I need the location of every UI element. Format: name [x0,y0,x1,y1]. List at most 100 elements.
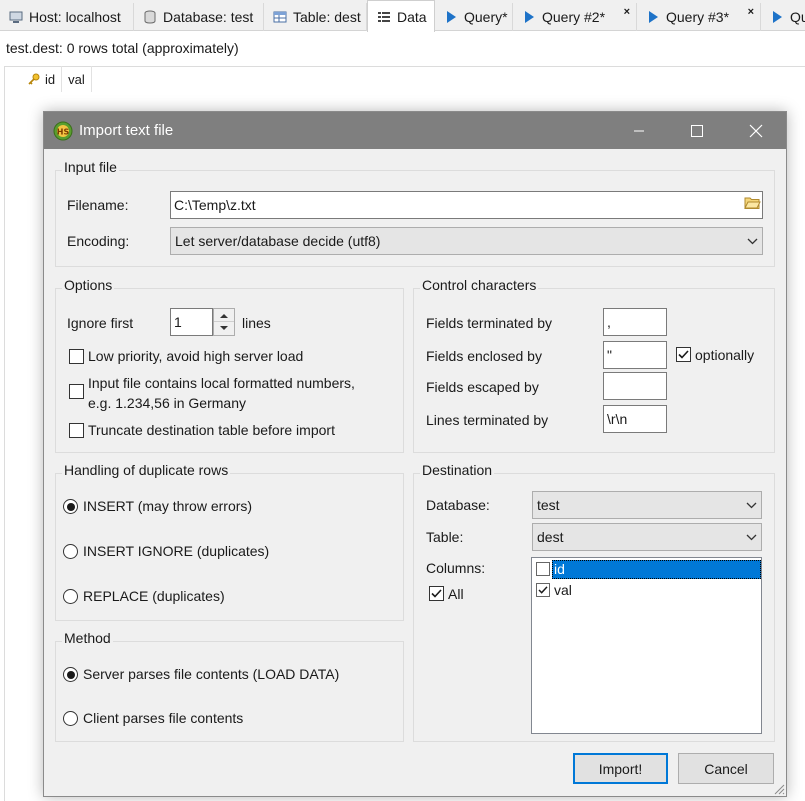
maximize-button[interactable] [685,119,709,143]
tab-data[interactable]: Data [367,0,435,32]
local-numbers-example[interactable]: e.g. 1.234,56 in Germany [88,395,246,411]
low-priority-label[interactable]: Low priority, avoid high server load [88,348,303,364]
columns-list[interactable]: id val [531,557,762,734]
folder-open-icon[interactable] [744,195,761,210]
local-numbers-checkbox[interactable] [69,384,84,399]
server-parses-radio[interactable] [63,667,78,682]
grid-column-id[interactable]: id [20,66,63,92]
group-title: Handling of duplicate rows [62,462,231,478]
duplicate-rows-group: Handling of duplicate rows INSERT (may t… [55,462,404,621]
database-value: test [537,497,560,513]
replace-label[interactable]: REPLACE (duplicates) [83,588,225,604]
tab-label: Data [397,8,427,25]
list-item[interactable]: val [534,581,761,600]
encoding-select[interactable]: Let server/database decide (utf8) [170,227,763,255]
tab-database[interactable]: Database: test [134,3,264,31]
grid-column-val[interactable]: val [62,66,92,92]
client-parses-label[interactable]: Client parses file contents [83,710,243,726]
ignore-first-input[interactable]: 1 [170,308,213,336]
truncate-checkbox[interactable] [69,423,84,438]
close-icon[interactable]: × [624,6,630,18]
tab-query[interactable]: Query* [435,3,513,31]
chevron-down-icon [746,534,757,541]
cancel-button[interactable]: Cancel [678,753,774,784]
optionally-label[interactable]: optionally [695,347,754,363]
insert-radio[interactable] [63,499,78,514]
fields-enclosed-input[interactable]: " [603,341,667,369]
database-select[interactable]: test [532,491,762,519]
svg-text:HS: HS [57,128,70,137]
client-parses-radio[interactable] [63,711,78,726]
checkmark-icon [678,350,689,359]
low-priority-checkbox[interactable] [69,349,84,364]
tab-host[interactable]: Host: localhost [0,3,134,31]
chevron-up-icon [220,313,228,318]
tab-table[interactable]: Table: dest [264,3,367,31]
all-columns-checkbox[interactable] [429,586,444,601]
encoding-label: Encoding: [67,233,130,249]
spin-up-button[interactable] [214,309,234,322]
query-play-icon [649,11,658,23]
fields-enclosed-value: " [607,347,612,363]
close-button[interactable] [744,119,768,143]
tab-query-3[interactable]: Query #3* × [637,3,761,31]
heidisql-app-icon: HS [53,121,73,141]
fields-terminated-input[interactable]: , [603,308,667,336]
lines-label: lines [242,315,271,331]
ignore-first-spinner[interactable] [213,308,235,336]
row-count-status: test.dest: 0 rows total (approximately) [6,40,239,56]
insert-ignore-label[interactable]: INSERT IGNORE (duplicates) [83,543,269,559]
database-label: Database: [426,497,490,513]
tab-label: Qu [790,9,805,25]
fields-escaped-input[interactable] [603,372,667,400]
all-columns-label[interactable]: All [448,586,464,602]
lines-terminated-label: Lines terminated by [426,412,549,428]
minimize-button[interactable] [627,119,651,143]
insert-ignore-radio[interactable] [63,544,78,559]
method-group: Method Server parses file contents (LOAD… [55,630,404,742]
table-value: dest [537,529,564,545]
tab-label: Table: dest [293,9,361,25]
local-numbers-label[interactable]: Input file contains local formatted numb… [88,375,355,391]
columns-label: Columns: [426,560,486,576]
radio-selected-dot [66,502,75,511]
tab-query-2[interactable]: Query #2* × [513,3,637,31]
query-play-icon [773,11,782,23]
optionally-checkbox[interactable] [676,347,691,362]
close-icon[interactable]: × [748,6,754,18]
primary-key-icon [28,73,40,85]
import-button[interactable]: Import! [573,753,668,784]
column-checkbox[interactable] [536,583,550,597]
maximize-icon [691,125,703,137]
fields-enclosed-label: Fields enclosed by [426,348,542,364]
list-item[interactable]: id [534,560,761,579]
server-parses-label[interactable]: Server parses file contents (LOAD DATA) [83,666,339,682]
close-icon [749,124,763,138]
tab-label: Database: test [163,9,254,25]
insert-label[interactable]: INSERT (may throw errors) [83,498,252,514]
column-name: val [554,582,572,598]
selection-highlight [552,560,761,579]
lines-terminated-value: \r\n [607,411,628,427]
chevron-down-icon [746,502,757,509]
table-icon [273,11,287,23]
dialog-titlebar[interactable]: HS Import text file [44,112,786,149]
tab-label: Host: localhost [29,9,121,25]
minimize-icon [634,130,644,132]
table-select[interactable]: dest [532,523,762,551]
group-title: Input file [62,159,119,175]
fields-terminated-label: Fields terminated by [426,315,553,331]
filename-label: Filename: [67,197,129,213]
tab-label: Query #2* [542,9,606,25]
tab-query-4[interactable]: Qu [761,3,805,31]
resize-grip-icon[interactable] [772,782,785,795]
column-checkbox[interactable] [536,562,550,576]
lines-terminated-input[interactable]: \r\n [603,405,667,433]
filename-input[interactable]: C:\Temp\z.txt [170,191,763,219]
control-characters-group: Control characters Fields terminated by … [413,277,775,453]
spin-down-button[interactable] [214,322,234,335]
replace-radio[interactable] [63,589,78,604]
grid-column-label: val [68,71,85,87]
database-icon [144,10,156,24]
truncate-label[interactable]: Truncate destination table before import [88,422,335,438]
